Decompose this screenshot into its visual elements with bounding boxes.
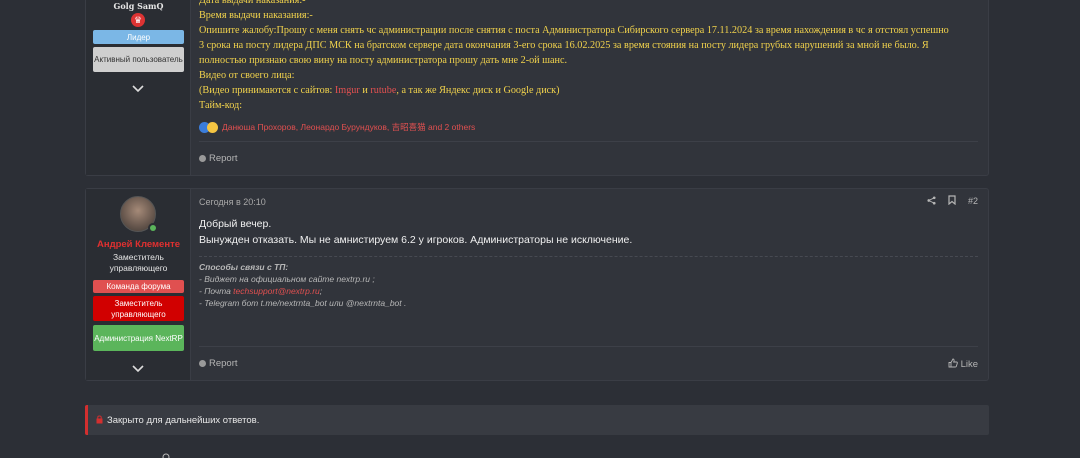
post-2-author-panel: Андрей Клементе Заместитель управляющего… [86,189,191,380]
line-complaint-2: 3 срока на посту лидера ДПС МСК на братс… [199,40,929,51]
badge-leader: Лидер [93,30,184,44]
report-icon [199,360,206,367]
post-2-username[interactable]: Андрей Клементе [86,239,191,250]
badge-deputy-manager: Заместитель управляющего [93,296,184,321]
badge-active-user: Активный пользователь [93,47,184,72]
line-complaint-1: Опишите жалобу:Прошу с меня снять чс адм… [199,25,949,36]
like-button[interactable]: Like [948,358,978,371]
report-button[interactable]: Report [199,153,238,164]
reactions-users[interactable]: Данюша Прохоров, Леонардо Бурундуков, 吉昭… [222,121,475,133]
signature-title: Способы связи с ТП: [199,262,289,272]
rutube-link[interactable]: rutube [370,85,396,96]
post-2-content: Сегодня в 20:10 #2 Добрый вечер. Вынужде… [191,189,988,380]
reactions-bar[interactable]: Данюша Прохоров, Леонардо Бурундуков, 吉昭… [199,121,475,133]
signature-line-1: - Виджет на официальном сайте nextrp.ru … [199,274,375,284]
signature-line-2: - Почта techsupport@nextrp.ru; [199,286,323,296]
signature-divider [199,256,978,257]
chevron-down-icon[interactable] [131,82,145,93]
line-timecode: Тайм-код: [199,100,243,111]
support-email-link[interactable]: techsupport@nextrp.ru [233,286,320,296]
message-line-1: Добрый вечер. [199,218,272,230]
post-1-divider [199,141,978,142]
post-2-message: Добрый вечер. Вынужден отказать. Мы не а… [199,216,632,248]
emoji-reaction-icon [207,121,218,133]
report-button[interactable]: Report [199,358,238,369]
report-icon [199,155,206,162]
line-video-sites: (Видео принимаются с сайтов: Imgur и rut… [199,85,560,96]
online-status-icon [148,223,158,233]
line-complaint-3: полностью признаю свою вину на посту адм… [199,55,568,66]
user-badge-icon: ♛ [131,13,145,27]
line-punish-date: Дата выдачи наказания:- [199,0,306,6]
thread-closed-notice: Закрыто для дальнейших ответов. [85,405,989,435]
post-1-message: Дата выдачи наказания:- Время выдачи нак… [199,0,974,113]
post-date[interactable]: Сегодня в 20:10 [199,197,266,207]
post-1-username[interactable]: Golg SamQ [86,1,191,11]
lock-icon [96,415,103,426]
message-line-2: Вынужден отказать. Мы не амнистируем 6.2… [199,234,633,246]
bookmark-icon[interactable] [948,195,956,207]
closed-notice-text: Закрыто для дальнейших ответов. [107,414,260,426]
post-2: Андрей Клементе Заместитель управляющего… [85,188,989,381]
signature: Способы связи с ТП: - Виджет на официаль… [199,261,406,309]
post-1-content: Дата выдачи наказания:- Время выдачи нак… [191,0,988,175]
chevron-down-icon[interactable] [131,362,145,373]
badge-administration: Администрация NextRP [93,325,184,351]
thumbs-up-icon [948,358,958,371]
line-punish-time: Время выдачи наказания:- [199,10,313,21]
post-1-author-panel: Golg SamQ ♛ Лидер Активный пользователь [86,0,191,175]
post-tools: #2 [927,195,978,207]
post-1: Golg SamQ ♛ Лидер Активный пользователь … [85,0,989,176]
imgur-link[interactable]: Imgur [335,85,360,96]
post-2-user-title: Заместитель управляющего [109,252,168,273]
post-2-divider [199,346,978,347]
post-number[interactable]: #2 [968,196,978,206]
signature-line-3: - Telegram бот t.me/nextrnta_bot или @ne… [199,298,407,308]
share-icon[interactable] [927,195,936,207]
search-icon[interactable] [162,452,170,458]
badge-forum-team: Команда форума [93,280,184,293]
line-video: Видео от своего лица: [199,70,295,81]
